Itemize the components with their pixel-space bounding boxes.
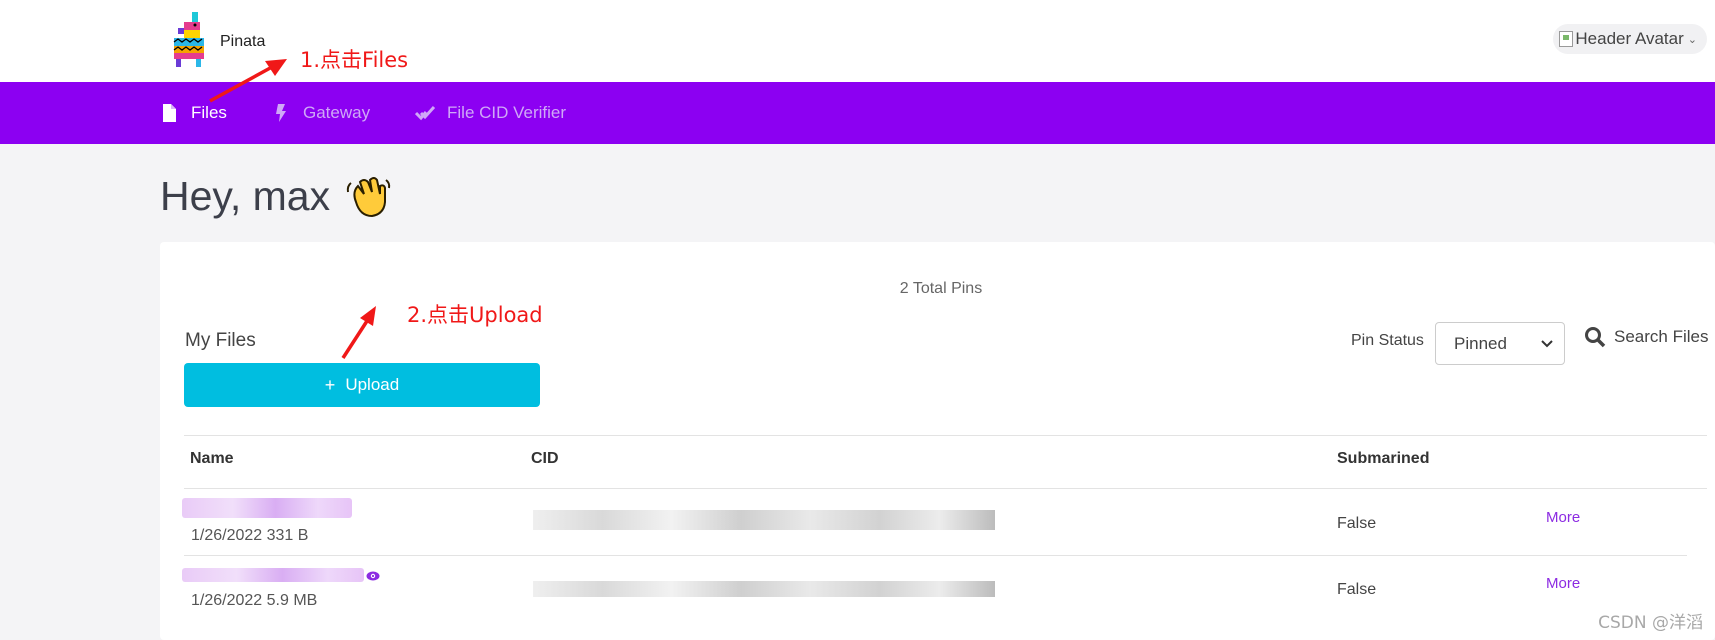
submarined-value: False	[1337, 515, 1377, 532]
more-link[interactable]: More	[1546, 575, 1580, 592]
search-files-button[interactable]: Search Files	[1584, 326, 1708, 348]
llama-pinata-logo-icon	[173, 12, 204, 67]
pin-status-value: Pinned	[1454, 333, 1507, 353]
greeting-heading: Hey, max	[160, 172, 392, 220]
pin-status-select[interactable]: Pinned	[1435, 322, 1565, 365]
greeting-text: Hey, max	[160, 172, 331, 219]
nav-item-files[interactable]: Files	[159, 82, 227, 144]
plus-icon: +	[324, 374, 336, 395]
more-link[interactable]: More	[1546, 509, 1580, 526]
files-card: 2 Total Pins My Files + Upload Pin Statu…	[160, 242, 1715, 640]
my-files-title: My Files	[185, 330, 256, 351]
file-meta: 1/26/2022 331 B	[191, 527, 309, 544]
broken-image-icon	[1559, 31, 1574, 47]
avatar-alt-text: Header Avatar	[1575, 29, 1684, 48]
cid-redacted[interactable]	[533, 510, 995, 530]
watermark: CSDN @洋滔	[1598, 613, 1703, 633]
column-header-cid: CID	[531, 450, 559, 467]
header-avatar-button[interactable]: Header Avatar ⌄	[1553, 24, 1707, 54]
upload-button[interactable]: + Upload	[184, 363, 540, 407]
column-header-submarined: Submarined	[1337, 450, 1430, 467]
column-header-name: Name	[190, 450, 234, 467]
nav-item-label: Files	[191, 103, 227, 122]
search-files-label: Search Files	[1614, 327, 1709, 346]
top-header: Pinata Header Avatar ⌄	[0, 0, 1715, 82]
brand-logo[interactable]: Pinata	[170, 10, 265, 68]
submarined-value: False	[1337, 581, 1377, 598]
file-name-redacted[interactable]	[182, 498, 352, 518]
waving-hand-icon	[346, 177, 391, 218]
pin-status-label: Pin Status	[1351, 332, 1424, 349]
table-divider	[184, 555, 1687, 556]
chevron-down-icon: ⌄	[1687, 33, 1697, 46]
annotation-step-2: 2.点击Upload	[407, 303, 543, 327]
nav-item-label: File CID Verifier	[447, 103, 567, 122]
file-name-redacted[interactable]	[182, 568, 364, 582]
nav-item-label: Gateway	[303, 103, 371, 122]
total-pins: 2 Total Pins	[899, 280, 983, 297]
search-icon	[1585, 327, 1606, 348]
nav-item-gateway[interactable]: Gateway	[271, 82, 370, 144]
file-icon	[163, 104, 176, 122]
cid-redacted[interactable]	[533, 581, 995, 597]
file-meta: 1/26/2022 5.9 MB	[191, 592, 318, 609]
table-divider	[184, 488, 1707, 489]
bolt-icon	[276, 104, 286, 122]
table-divider	[184, 435, 1707, 436]
annotation-step-1: 1.点击Files	[300, 48, 409, 72]
main-nav: Files Gateway File CID Verifier	[0, 82, 1715, 144]
nav-item-file-cid-verifier[interactable]: File CID Verifier	[415, 82, 566, 144]
brand-name: Pinata	[220, 33, 266, 50]
chevron-down-icon	[1541, 340, 1553, 348]
upload-label: Upload	[345, 375, 400, 394]
eye-icon[interactable]	[366, 570, 380, 582]
check-double-icon	[415, 105, 435, 121]
